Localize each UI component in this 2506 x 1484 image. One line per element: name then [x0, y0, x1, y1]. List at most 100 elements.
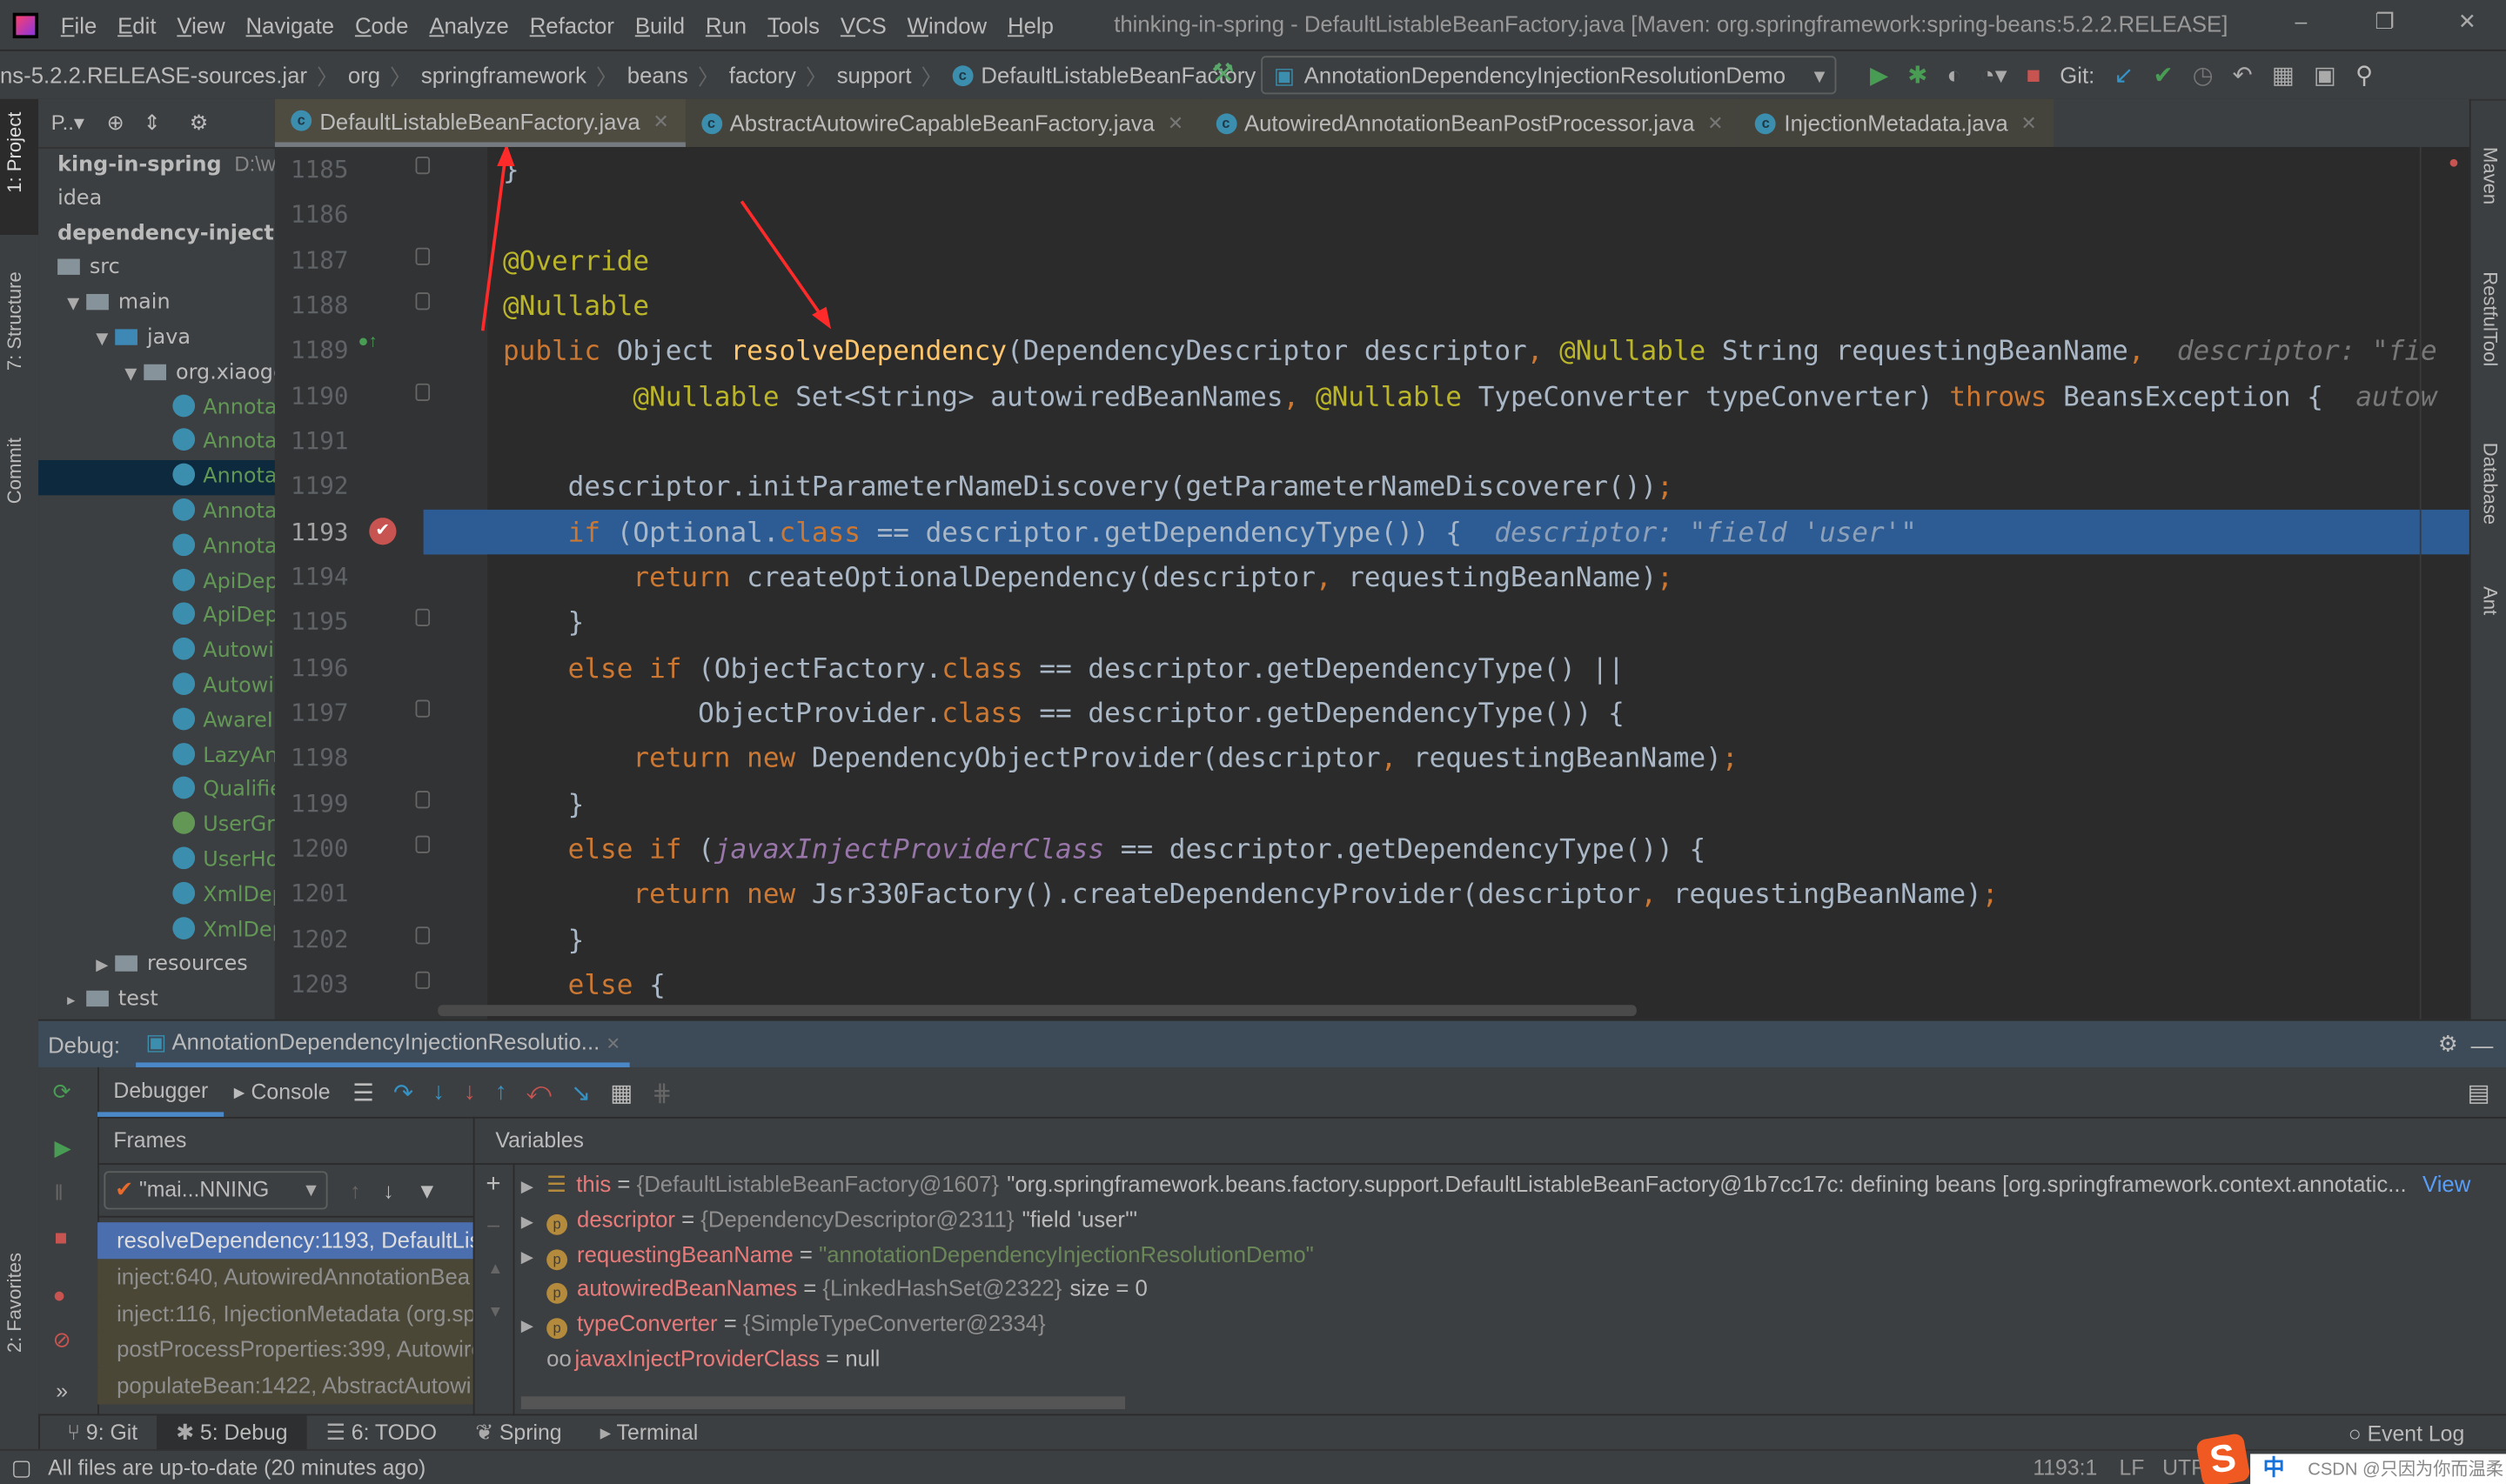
view-link[interactable]: View	[2422, 1171, 2470, 1196]
tree-item[interactable]: src	[38, 251, 275, 286]
breadcrumb-item[interactable]: springframework	[421, 63, 586, 88]
tool-tab-spring[interactable]: ❦ Spring	[456, 1415, 580, 1450]
ime-lang[interactable]: 中	[2263, 1451, 2285, 1484]
tree-item[interactable]: Annotatio	[38, 391, 275, 425]
tool-tab-todo[interactable]: ☰ 6: TODO	[307, 1415, 457, 1450]
gear-icon[interactable]: ⚙	[2438, 1031, 2458, 1058]
tree-item[interactable]: ApiDepe	[38, 565, 275, 599]
stop-icon[interactable]: ■	[54, 1226, 67, 1250]
close-button[interactable]: ✕	[2458, 10, 2476, 35]
tree-item[interactable]: LazyAnno	[38, 739, 275, 774]
breadcrumb-item[interactable]: factory	[729, 63, 796, 88]
close-tab-icon[interactable]: ✕	[653, 110, 668, 132]
debug-icon[interactable]: ✱	[1907, 61, 1927, 90]
menu-tools[interactable]: Tools	[767, 12, 820, 37]
stack-frame[interactable]: inject:640, AutowiredAnnotationBea	[97, 1258, 473, 1296]
stack-frame[interactable]: postProcessProperties:399, Autowire	[97, 1331, 473, 1368]
menu-window[interactable]: Window	[908, 12, 987, 37]
breadcrumb-item[interactable]: ns-5.2.2.RELEASE-sources.jar	[0, 63, 307, 88]
tool-tab-debug[interactable]: ✱ 5: Debug	[157, 1415, 307, 1451]
project-tool-tab[interactable]: 1: Project	[3, 112, 26, 193]
project-view-select[interactable]: P..▾	[51, 110, 84, 136]
stack-frame[interactable]: resolveDependency:1193, DefaultLis	[97, 1222, 473, 1260]
trace-icon[interactable]: ⋕	[652, 1078, 672, 1106]
profile-icon[interactable]: ◔▾	[1980, 61, 2007, 90]
tree-item[interactable]: XmlDepe	[38, 879, 275, 913]
tree-item[interactable]: dependency-injection	[38, 217, 275, 251]
line-separator[interactable]: LF	[2120, 1451, 2145, 1484]
stack-frame[interactable]: inject:116, InjectionMetadata (org.sp	[97, 1294, 473, 1333]
tab-debugger[interactable]: Debugger	[97, 1067, 224, 1117]
expand-arrow-icon[interactable]: ▼	[67, 288, 86, 323]
search-icon[interactable]: ⚲	[2355, 61, 2373, 90]
database-tool-tab[interactable]: Database	[2479, 443, 2502, 525]
tree-item[interactable]: Annotatio	[38, 495, 275, 530]
caret-position[interactable]: 1193:1	[2033, 1451, 2097, 1484]
build-hammer-icon[interactable]: ⚒	[1211, 57, 1234, 90]
stop-icon[interactable]: ■	[2027, 62, 2041, 89]
variable-row[interactable]: ▶ ☰ this = {DefaultListableBeanFactory@160…	[521, 1166, 2471, 1201]
run-to-cursor-icon[interactable]: ↘	[571, 1078, 591, 1106]
variable-row[interactable]: ▶ p descriptor = {DependencyDescriptor@231…	[521, 1201, 1137, 1236]
step-into-icon[interactable]: ↓	[432, 1079, 445, 1106]
variable-row[interactable]: p autowiredBeanNames = {LinkedHashSet@232…	[521, 1271, 1148, 1306]
tab-console[interactable]: Console	[251, 1080, 331, 1105]
tree-item[interactable]: UserHold	[38, 844, 275, 879]
menu-help[interactable]: Help	[1008, 12, 1054, 37]
filter-icon[interactable]: ▼	[416, 1179, 438, 1203]
more-icon[interactable]: »	[56, 1379, 68, 1403]
editor-tab[interactable]: c AutowiredAnnotationBeanPostProcessor.ja…	[1199, 98, 1739, 147]
evaluate-expression-icon[interactable]: ▦	[610, 1078, 633, 1106]
tree-item[interactable]: Annotatio	[38, 530, 275, 565]
coverage-icon[interactable]: ◐	[1947, 62, 1961, 89]
debug-session-tab[interactable]: ▣ AnnotationDependencyInjectionResolutio…	[136, 1021, 631, 1067]
breadcrumb-item[interactable]: beans	[627, 63, 688, 88]
tree-item[interactable]: Annotatio	[38, 425, 275, 460]
menu-view[interactable]: View	[177, 12, 224, 37]
editor-tab[interactable]: c AbstractAutowireCapableBeanFactory.java…	[685, 98, 1200, 147]
close-icon[interactable]: ✕	[606, 1035, 620, 1054]
variable-row[interactable]: ▶ p typeConverter = {SimpleTypeConverter@2…	[521, 1306, 1046, 1340]
pause-icon[interactable]: ‖	[54, 1180, 63, 1205]
tree-item[interactable]: UserGrou	[38, 809, 275, 844]
tree-item[interactable]: idea	[38, 182, 275, 217]
resume-icon[interactable]: ▶	[54, 1136, 70, 1161]
tree-item[interactable]: Annotatio	[38, 460, 275, 496]
menu-build[interactable]: Build	[635, 12, 685, 37]
minimize-icon[interactable]: —	[2471, 1032, 2494, 1057]
tree-item[interactable]: king-in-spring D:\work	[38, 147, 275, 182]
tree-item[interactable]: AwareInt	[38, 705, 275, 739]
down-arrow-icon[interactable]: ↓	[383, 1179, 393, 1203]
breadcrumb-item[interactable]: org	[348, 63, 380, 88]
menu-vcs[interactable]: VCS	[841, 12, 887, 37]
tree-item[interactable]: QualifierA	[38, 774, 275, 809]
stack-frame[interactable]: populateBean:1422, AbstractAutowi	[97, 1367, 473, 1405]
variables-scrollbar[interactable]	[520, 1396, 1126, 1409]
gear-icon[interactable]: ⚙	[190, 110, 208, 136]
git-commit-icon[interactable]: ✔	[2153, 61, 2173, 90]
menu-edit[interactable]: Edit	[117, 12, 156, 37]
run-configuration-select[interactable]: ▣ AnnotationDependencyInjectionResolutio…	[1261, 56, 1837, 95]
menu-analyze[interactable]: Analyze	[429, 12, 508, 37]
collapse-icon[interactable]: ⇕	[144, 110, 161, 136]
menu-file[interactable]: File	[61, 12, 97, 37]
git-update-icon[interactable]: ↙	[2114, 61, 2134, 90]
status-toggle-icon[interactable]: ▢	[11, 1451, 31, 1484]
tool-tab-git[interactable]: ⑂ 9: Git	[48, 1415, 157, 1450]
up-arrow-icon[interactable]: ↑	[350, 1179, 360, 1203]
menu-navigate[interactable]: Navigate	[246, 12, 335, 37]
step-out-icon[interactable]: ↑	[495, 1079, 507, 1106]
project-structure-icon[interactable]: ▦	[2272, 61, 2295, 90]
run-icon[interactable]: ▶	[1870, 61, 1888, 90]
step-over-icon[interactable]: ↷	[393, 1078, 413, 1106]
view-breakpoints-icon[interactable]: ●	[53, 1283, 66, 1307]
editor-tab[interactable]: c DefaultListableBeanFactory.java ✕	[274, 98, 686, 147]
drop-frame-icon[interactable]: ⤺	[526, 1079, 552, 1106]
locate-icon[interactable]: ⊕	[107, 110, 124, 136]
force-step-into-icon[interactable]: ↓	[464, 1079, 476, 1106]
event-log-button[interactable]: ○ Event Log	[2349, 1421, 2465, 1446]
tree-item[interactable]: ▼ java	[38, 321, 275, 356]
ant-tool-tab[interactable]: Ant	[2479, 586, 2502, 615]
close-tab-icon[interactable]: ✕	[1168, 112, 1183, 135]
minimize-button[interactable]: –	[2295, 10, 2308, 34]
